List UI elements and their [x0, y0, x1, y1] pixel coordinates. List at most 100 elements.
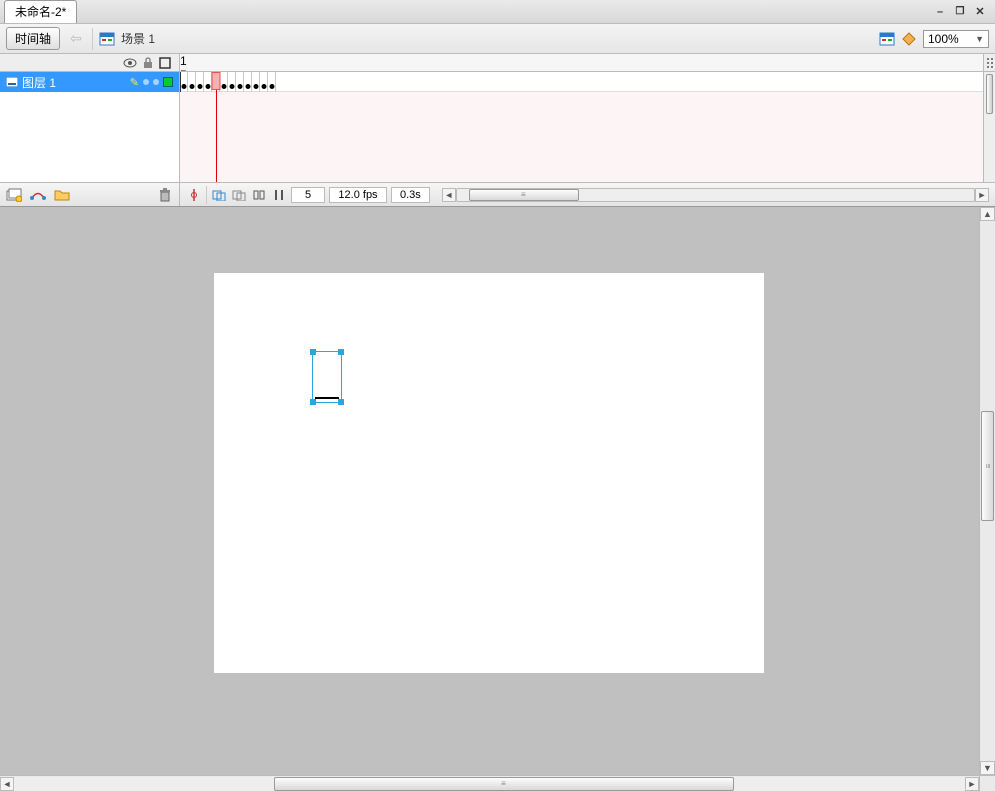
restore-button[interactable]: ❐	[953, 5, 967, 19]
hscroll-right-button[interactable]: ►	[975, 188, 989, 202]
frame-cell[interactable]	[220, 72, 228, 92]
timeline-menu-button[interactable]	[983, 54, 995, 71]
center-frame-button[interactable]	[186, 187, 202, 203]
dropdown-caret-icon: ▼	[975, 34, 984, 44]
timeline-header: 15101520253035404550556065707580859095	[0, 54, 995, 72]
vscroll-thumb[interactable]: ≡	[981, 411, 994, 521]
vscroll-track[interactable]: ≡	[980, 221, 995, 761]
keyframe-dot	[182, 84, 187, 89]
eye-column-icon[interactable]	[123, 58, 137, 68]
stage-hscroll-left-button[interactable]: ◄	[0, 777, 14, 791]
hscroll-left-button[interactable]: ◄	[442, 188, 456, 202]
onion-skin-outlines-button[interactable]	[231, 187, 247, 203]
current-frame-field[interactable]: 5	[291, 187, 325, 203]
stage-hscroll[interactable]: ◄ ≡ ►	[0, 775, 995, 791]
keyframe-dot	[205, 84, 210, 89]
app-window: 未命名-2* – ❐ ✕ 时间轴 ⇦ 场景 1 100% ▼	[0, 0, 995, 791]
pencil-icon: ✎	[130, 76, 139, 89]
vscroll-down-button[interactable]: ▼	[980, 761, 995, 775]
keyframe-dot	[237, 84, 242, 89]
layer-type-icon	[6, 77, 18, 87]
window-controls: – ❐ ✕	[933, 5, 995, 19]
resize-handle-bl[interactable]	[310, 399, 316, 405]
titlebar: 未命名-2* – ❐ ✕	[0, 0, 995, 24]
keyframe-dot	[229, 84, 234, 89]
motion-guide-button[interactable]	[30, 187, 46, 203]
close-button[interactable]: ✕	[973, 5, 987, 19]
onion-skin-button[interactable]	[211, 187, 227, 203]
selected-shape[interactable]	[312, 351, 342, 403]
symbol-icon[interactable]	[901, 31, 917, 47]
frame-ruler[interactable]: 15101520253035404550556065707580859095	[180, 54, 983, 71]
elapsed-field[interactable]: 0.3s	[391, 187, 430, 203]
playhead-head[interactable]	[212, 72, 221, 90]
frame-cell[interactable]	[252, 72, 260, 92]
layer-name: 图层 1	[22, 74, 56, 91]
timeline-footer: 5 12.0 fps 0.3s ◄ ≡ ►	[0, 182, 995, 206]
resize-handle-tl[interactable]	[310, 349, 316, 355]
keyframe-dot	[197, 84, 202, 89]
frames-area[interactable]	[180, 72, 983, 182]
frame-cell[interactable]	[268, 72, 276, 92]
divider	[92, 28, 93, 50]
layer-row[interactable]: 图层 1 ✎	[0, 72, 179, 92]
stage-hscroll-right-button[interactable]: ►	[965, 777, 979, 791]
layers-header	[0, 54, 180, 71]
stage-hscroll-thumb[interactable]: ≡	[274, 777, 734, 791]
hscroll-thumb[interactable]: ≡	[469, 189, 579, 201]
scene-icon	[99, 32, 115, 46]
ruler-tick-label: 1	[180, 54, 983, 68]
zoom-select[interactable]: 100% ▼	[923, 30, 989, 48]
timeline-hscroll[interactable]: ◄ ≡ ►	[442, 187, 989, 203]
stage-area: ▲ ≡ ▼	[0, 207, 995, 775]
frame-cell[interactable]	[228, 72, 236, 92]
frames-row[interactable]	[180, 72, 983, 92]
stage-vscroll[interactable]: ▲ ≡ ▼	[979, 207, 995, 775]
hscroll-track[interactable]: ≡	[456, 188, 975, 202]
resize-handle-br[interactable]	[338, 399, 344, 405]
resize-handle-tr[interactable]	[338, 349, 344, 355]
back-arrow-icon[interactable]: ⇦	[66, 30, 86, 48]
keyframe-dot	[253, 84, 258, 89]
keyframe-dot	[261, 84, 266, 89]
document-tab[interactable]: 未命名-2*	[4, 0, 77, 23]
modify-onion-markers-button[interactable]	[271, 187, 287, 203]
keyframe-dot	[189, 84, 194, 89]
new-folder-button[interactable]	[54, 187, 70, 203]
new-layer-button[interactable]	[6, 187, 22, 203]
outline-color-swatch[interactable]	[163, 77, 173, 87]
frame-cell[interactable]	[188, 72, 196, 92]
timeline-vscroll[interactable]	[983, 72, 995, 182]
shape-stroke	[315, 397, 339, 399]
keyframe-dot	[269, 84, 274, 89]
zoom-value: 100%	[928, 32, 959, 46]
visibility-dot[interactable]	[143, 79, 149, 85]
scroll-corner	[979, 776, 995, 791]
canvas[interactable]	[214, 273, 764, 673]
document-name: 未命名-2*	[15, 5, 66, 19]
minimize-button[interactable]: –	[933, 5, 947, 19]
scene-label: 场景 1	[121, 30, 155, 47]
keyframe-dot	[245, 84, 250, 89]
frame-cell[interactable]	[196, 72, 204, 92]
stage-hscroll-track[interactable]: ≡	[14, 777, 965, 791]
edit-multiple-frames-button[interactable]	[251, 187, 267, 203]
keyframe-dot	[221, 84, 226, 89]
lock-dot[interactable]	[153, 79, 159, 85]
frame-cell[interactable]	[180, 72, 188, 92]
timeline-panel: 15101520253035404550556065707580859095 图…	[0, 54, 995, 207]
lock-column-icon[interactable]	[143, 57, 153, 69]
outline-column-icon[interactable]	[159, 57, 171, 69]
frame-cell[interactable]	[244, 72, 252, 92]
stage-viewport[interactable]	[0, 207, 979, 775]
delete-layer-button[interactable]	[157, 187, 173, 203]
timeline-toggle-button[interactable]: 时间轴	[6, 27, 60, 50]
frame-cell[interactable]	[260, 72, 268, 92]
timeline-vscroll-thumb[interactable]	[986, 74, 993, 114]
fps-field[interactable]: 12.0 fps	[329, 187, 387, 203]
frame-cell[interactable]	[236, 72, 244, 92]
ruler-tick-label: 5	[180, 68, 983, 71]
edit-scene-icon[interactable]	[879, 32, 895, 46]
vscroll-up-button[interactable]: ▲	[980, 207, 995, 221]
layers-list: 图层 1 ✎	[0, 72, 180, 182]
